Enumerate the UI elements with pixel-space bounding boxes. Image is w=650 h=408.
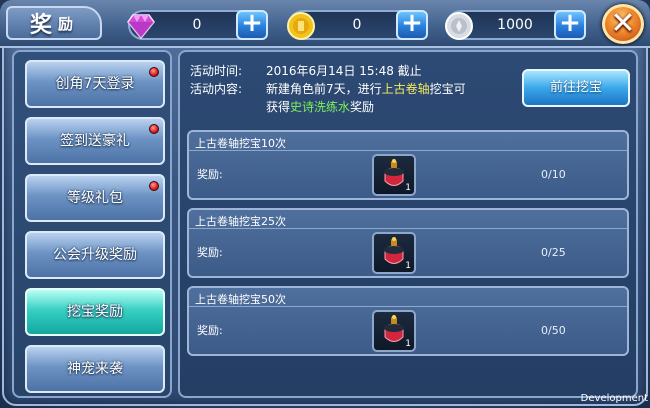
sidebar-item-level-gift[interactable]: 等级礼包 xyxy=(25,174,165,222)
task-title: 上古卷轴挖宝10次 xyxy=(195,137,286,150)
sidebar-item-label: 公会升级奖励 xyxy=(53,247,137,263)
sidebar-item-label: 创角7天登录 xyxy=(55,76,135,92)
task-progress: 0/25 xyxy=(541,246,566,259)
window-title: 奖 励 xyxy=(6,6,102,40)
task-progress: 0/10 xyxy=(541,168,566,181)
sidebar-item-label: 挖宝奖励 xyxy=(67,304,123,320)
content-highlight-scroll: 上古卷轴 xyxy=(381,82,430,96)
item-quantity: 1 xyxy=(405,183,411,193)
sidebar-item-label: 签到送豪礼 xyxy=(60,133,130,149)
add-gold-button[interactable]: + xyxy=(396,10,428,40)
sidebar: 创角7天登录 签到送豪礼 等级礼包 公会升级奖励 挖宝奖励 神宠来袭 xyxy=(12,50,172,398)
content-text-4: 奖励 xyxy=(350,100,375,114)
title-sub: 励 xyxy=(58,14,76,33)
sidebar-item-signin[interactable]: 签到送豪礼 xyxy=(25,117,165,165)
title-main: 奖 xyxy=(30,13,55,38)
content-text-3: 获得 xyxy=(266,100,291,114)
sidebar-item-dig-reward[interactable]: 挖宝奖励 xyxy=(25,288,165,336)
task-title: 上古卷轴挖宝25次 xyxy=(195,215,286,228)
task-progress: 0/50 xyxy=(541,324,566,337)
diamond-value: 0 xyxy=(192,17,202,33)
currency-gold: 0 + xyxy=(287,10,428,40)
task-title: 上古卷轴挖宝50次 xyxy=(195,293,286,306)
divider xyxy=(189,306,627,307)
activity-info: 活动时间: 2016年6月14日 15:48 截止 活动内容: 新建角色前7天，… xyxy=(190,62,530,116)
silver-coin-icon xyxy=(445,12,473,40)
notification-dot xyxy=(149,124,159,134)
item-quantity: 1 xyxy=(405,261,411,271)
reward-item-slot[interactable]: 1 xyxy=(372,154,416,196)
content-text-1: 新建角色前7天，进行 xyxy=(266,82,382,96)
sidebar-item-label: 等级礼包 xyxy=(67,190,123,206)
notification-dot xyxy=(149,181,159,191)
currency-silver: 1000 + xyxy=(445,10,586,40)
sidebar-item-label: 神宠来袭 xyxy=(67,361,123,377)
gold-coin-icon xyxy=(287,12,315,40)
reward-item-slot[interactable]: 1 xyxy=(372,232,416,274)
top-bar: 奖 励 0 + 0 + 1000 + ✕ xyxy=(0,0,650,48)
close-button[interactable]: ✕ xyxy=(602,4,644,44)
activity-time-label: 活动时间: xyxy=(190,64,243,78)
activity-content-label: 活动内容: xyxy=(190,82,243,96)
gold-value: 0 xyxy=(352,17,362,33)
diamond-icon xyxy=(127,14,155,40)
reward-label: 奖励: xyxy=(197,168,223,181)
content-text-2: 挖宝可 xyxy=(429,82,466,96)
notification-dot xyxy=(149,67,159,77)
sidebar-item-pet[interactable]: 神宠来袭 xyxy=(25,345,165,393)
sidebar-item-guild-reward[interactable]: 公会升级奖励 xyxy=(25,231,165,279)
main-panel: 活动时间: 2016年6月14日 15:48 截止 活动内容: 新建角色前7天，… xyxy=(178,50,638,398)
task-row: 上古卷轴挖宝25次 奖励: 1 0/25 xyxy=(187,208,629,278)
reward-item-slot[interactable]: 1 xyxy=(372,310,416,352)
item-quantity: 1 xyxy=(405,339,411,349)
reward-label: 奖励: xyxy=(197,324,223,337)
go-dig-button[interactable]: 前往挖宝 xyxy=(522,69,630,107)
content-highlight-item: 史诗洗练水 xyxy=(290,100,351,114)
task-row: 上古卷轴挖宝10次 奖励: 1 0/10 xyxy=(187,130,629,200)
silver-value: 1000 xyxy=(497,17,533,33)
activity-content-row: 活动内容: 新建角色前7天，进行上古卷轴挖宝可 获得史诗洗练水奖励 xyxy=(190,80,530,116)
activity-content-text: 新建角色前7天，进行上古卷轴挖宝可 获得史诗洗练水奖励 xyxy=(266,80,466,116)
divider xyxy=(189,228,627,229)
activity-time-value: 2016年6月14日 15:48 截止 xyxy=(266,64,422,78)
task-row: 上古卷轴挖宝50次 奖励: 1 0/50 xyxy=(187,286,629,356)
sidebar-item-7day-login[interactable]: 创角7天登录 xyxy=(25,60,165,108)
add-silver-button[interactable]: + xyxy=(554,10,586,40)
activity-time-row: 活动时间: 2016年6月14日 15:48 截止 xyxy=(190,62,530,80)
development-label: Development xyxy=(580,393,648,404)
reward-label: 奖励: xyxy=(197,246,223,259)
divider xyxy=(189,150,627,151)
add-diamond-button[interactable]: + xyxy=(236,10,268,40)
close-icon: ✕ xyxy=(610,6,636,41)
currency-diamond: 0 + xyxy=(127,10,268,40)
